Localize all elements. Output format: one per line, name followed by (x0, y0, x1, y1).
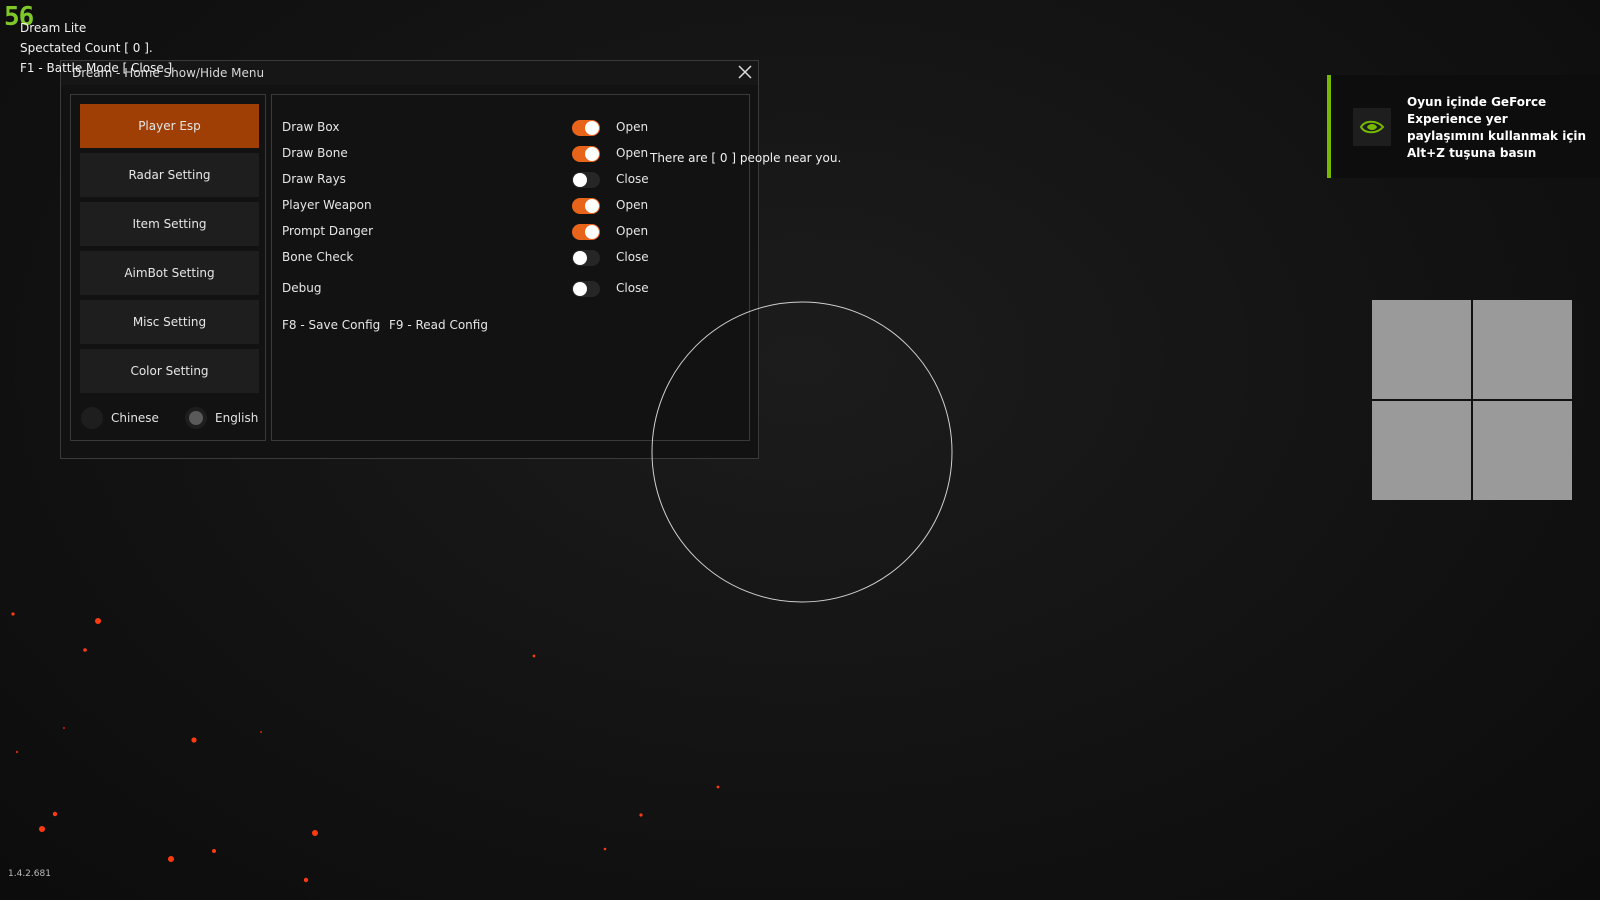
aim-fov-circle (651, 301, 953, 603)
state-draw-rays: Close (616, 172, 649, 186)
toggle-draw-bone[interactable] (572, 146, 600, 162)
state-player-weapon: Open (616, 198, 649, 212)
option-label-draw-bone: Draw Bone (282, 146, 348, 160)
option-label-draw-box: Draw Box (282, 120, 340, 134)
read-config-hint: F9 - Read Config (389, 318, 488, 332)
sidebar-item-radar-setting[interactable]: Radar Setting (80, 153, 259, 197)
ember-particles (11, 612, 720, 883)
radio-english[interactable] (185, 407, 207, 429)
battle-mode-status: F1 - Battle Mode [ Close ] (20, 61, 173, 75)
state-draw-box: Open (616, 120, 649, 134)
sidebar-item-color-setting[interactable]: Color Setting (80, 349, 259, 393)
notification-text: Oyun içinde GeForce Experience yer payla… (1407, 95, 1587, 160)
sidebar-item-item-setting[interactable]: Item Setting (80, 202, 259, 246)
option-label-prompt-danger: Prompt Danger (282, 224, 373, 238)
sidebar: Player Esp Radar Setting Item Setting Ai… (70, 94, 266, 441)
language-english[interactable]: English (185, 407, 258, 429)
toggle-draw-box[interactable] (572, 120, 600, 136)
state-bone-check: Close (616, 250, 649, 264)
language-label-chinese: Chinese (111, 411, 159, 425)
radar-minimap (1372, 300, 1572, 500)
save-config-hint: F8 - Save Config (282, 318, 381, 332)
toggle-draw-rays[interactable] (572, 172, 600, 188)
state-prompt-danger: Open (616, 224, 649, 238)
language-chinese[interactable]: Chinese (81, 407, 159, 429)
toggle-debug[interactable] (572, 281, 600, 297)
radio-chinese[interactable] (81, 407, 103, 429)
option-label-bone-check: Bone Check (282, 250, 354, 264)
sidebar-item-aimbot-setting[interactable]: AimBot Setting (80, 251, 259, 295)
spectated-count: Spectated Count [ 0 ]. (20, 41, 153, 55)
option-label-draw-rays: Draw Rays (282, 172, 346, 186)
radar-horizontal-line (1372, 399, 1572, 401)
option-label-player-weapon: Player Weapon (282, 198, 372, 212)
sidebar-item-misc-setting[interactable]: Misc Setting (80, 300, 259, 344)
close-icon[interactable] (736, 63, 754, 81)
language-label-english: English (215, 411, 259, 425)
sidebar-item-player-esp[interactable]: Player Esp (80, 104, 259, 148)
nvidia-icon (1353, 108, 1391, 146)
toggle-bone-check[interactable] (572, 250, 600, 266)
state-debug: Close (616, 281, 649, 295)
version-label: 1.4.2.681 (8, 869, 51, 879)
toggle-player-weapon[interactable] (572, 198, 600, 214)
option-label-debug: Debug (282, 281, 322, 295)
state-draw-bone: Open (616, 146, 649, 160)
toggle-prompt-danger[interactable] (572, 224, 600, 240)
geforce-notification: Oyun içinde GeForce Experience yer payla… (1327, 75, 1600, 178)
nearby-players-text: There are [ 0 ] people near you. (650, 151, 842, 165)
app-name: Dream Lite (20, 21, 87, 35)
